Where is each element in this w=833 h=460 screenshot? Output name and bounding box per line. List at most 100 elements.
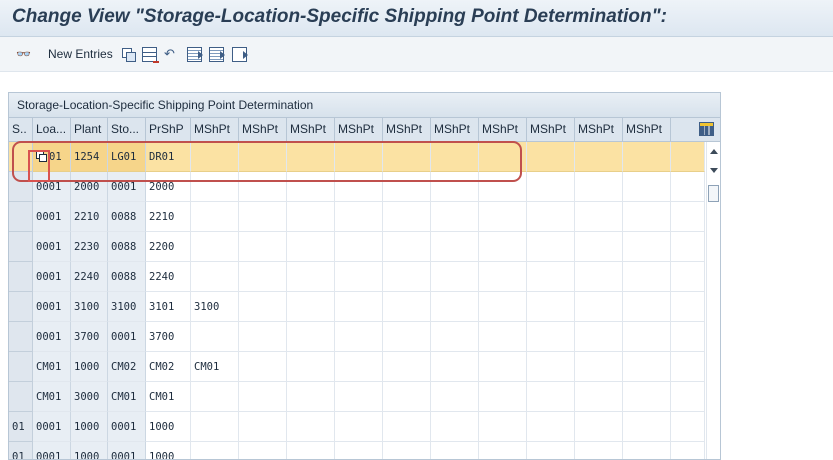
cell-sloc[interactable]: CM02: [108, 352, 146, 382]
row-selector[interactable]: [9, 262, 33, 292]
cell-mshpt-6[interactable]: [431, 142, 479, 172]
cell-mshpt-3[interactable]: [287, 232, 335, 262]
undo-change-button[interactable]: ↶: [164, 45, 177, 63]
col-header-prshp[interactable]: PrShP: [146, 118, 191, 141]
row-selector[interactable]: 01: [9, 442, 33, 459]
cell-load[interactable]: 0001: [33, 292, 71, 322]
table-settings-icon[interactable]: [699, 122, 714, 136]
cell-plant[interactable]: 1000: [71, 412, 108, 442]
cell-mshpt-4[interactable]: [335, 442, 383, 459]
cell-mshpt-3[interactable]: [287, 412, 335, 442]
cell-mshpt-11[interactable]: [671, 292, 705, 322]
cell-mshpt-7[interactable]: [479, 382, 527, 412]
cell-mshpt1[interactable]: [191, 412, 239, 442]
col-header-sloc[interactable]: Sto...: [108, 118, 146, 141]
cell-mshpt-3[interactable]: [287, 322, 335, 352]
cell-mshpt1[interactable]: [191, 322, 239, 352]
deselect-all-button[interactable]: [232, 45, 248, 63]
cell-mshpt-3[interactable]: [287, 352, 335, 382]
table-row[interactable]: 01 1254 LG01 DR01: [9, 142, 705, 172]
cell-mshpt-2[interactable]: [239, 142, 287, 172]
select-all-button[interactable]: [187, 45, 203, 63]
cell-mshpt-6[interactable]: [431, 412, 479, 442]
cell-mshpt-10[interactable]: [623, 352, 671, 382]
cell-mshpt-9[interactable]: [575, 232, 623, 262]
cell-mshpt-5[interactable]: [383, 292, 431, 322]
cell-load[interactable]: CM01: [33, 352, 71, 382]
cell-mshpt-2[interactable]: [239, 442, 287, 459]
cell-mshpt-2[interactable]: [239, 382, 287, 412]
cell-mshpt-9[interactable]: [575, 172, 623, 202]
col-header-mshpt-2[interactable]: MShPt: [239, 118, 287, 141]
cell-sloc[interactable]: 0088: [108, 232, 146, 262]
cell-sloc[interactable]: 0001: [108, 442, 146, 459]
row-selector[interactable]: [9, 202, 33, 232]
cell-prshp[interactable]: 3101: [146, 292, 191, 322]
cell-mshpt-2[interactable]: [239, 262, 287, 292]
row-selector[interactable]: [9, 382, 33, 412]
cell-prshp[interactable]: 3700: [146, 322, 191, 352]
cell-mshpt-10[interactable]: [623, 412, 671, 442]
cell-plant[interactable]: 2210: [71, 202, 108, 232]
cell-mshpt-3[interactable]: [287, 202, 335, 232]
col-header-mshpt-7[interactable]: MShPt: [479, 118, 527, 141]
cell-prshp[interactable]: 2200: [146, 232, 191, 262]
cell-mshpt-8[interactable]: [527, 442, 575, 459]
cell-mshpt1[interactable]: [191, 262, 239, 292]
copy-as-button[interactable]: [122, 45, 136, 63]
cell-mshpt-11[interactable]: [671, 142, 705, 172]
cell-mshpt1[interactable]: [191, 202, 239, 232]
scroll-down-icon[interactable]: [710, 168, 718, 173]
col-header-plant[interactable]: Plant: [71, 118, 108, 141]
cell-mshpt1[interactable]: [191, 232, 239, 262]
display-change-icon[interactable]: 👓: [16, 45, 31, 63]
cell-mshpt-7[interactable]: [479, 202, 527, 232]
table-row[interactable]: CM01 3000 CM01 CM01: [9, 382, 705, 412]
cell-mshpt-10[interactable]: [623, 232, 671, 262]
cell-mshpt-8[interactable]: [527, 322, 575, 352]
cell-mshpt-6[interactable]: [431, 382, 479, 412]
cell-mshpt-3[interactable]: [287, 382, 335, 412]
cell-mshpt-11[interactable]: [671, 382, 705, 412]
row-selector[interactable]: [9, 232, 33, 262]
cell-mshpt-11[interactable]: [671, 412, 705, 442]
cell-mshpt-4[interactable]: [335, 292, 383, 322]
cell-prshp[interactable]: 2210: [146, 202, 191, 232]
cell-mshpt-4[interactable]: [335, 352, 383, 382]
table-row[interactable]: 01 0001 1000 0001 1000: [9, 442, 705, 459]
cell-mshpt-3[interactable]: [287, 262, 335, 292]
table-row[interactable]: 0001 2210 0088 2210: [9, 202, 705, 232]
cell-load[interactable]: 0001: [33, 172, 71, 202]
cell-mshpt-11[interactable]: [671, 202, 705, 232]
cell-mshpt1[interactable]: [191, 172, 239, 202]
cell-mshpt-9[interactable]: [575, 142, 623, 172]
cell-mshpt1[interactable]: [191, 442, 239, 459]
cell-mshpt-6[interactable]: [431, 292, 479, 322]
cell-plant[interactable]: 2230: [71, 232, 108, 262]
cell-mshpt-6[interactable]: [431, 232, 479, 262]
cell-mshpt-11[interactable]: [671, 262, 705, 292]
row-selector[interactable]: [9, 322, 33, 352]
cell-mshpt-9[interactable]: [575, 322, 623, 352]
cell-mshpt-4[interactable]: [335, 172, 383, 202]
cell-load[interactable]: CM01: [33, 382, 71, 412]
cell-plant[interactable]: 3700: [71, 322, 108, 352]
cell-mshpt-6[interactable]: [431, 262, 479, 292]
cell-load[interactable]: 0001: [33, 322, 71, 352]
cell-mshpt-2[interactable]: [239, 292, 287, 322]
cell-mshpt-5[interactable]: [383, 142, 431, 172]
vertical-scrollbar[interactable]: [706, 142, 720, 459]
cell-mshpt1[interactable]: [191, 382, 239, 412]
row-selector[interactable]: [9, 352, 33, 382]
cell-mshpt-6[interactable]: [431, 202, 479, 232]
cell-mshpt-8[interactable]: [527, 412, 575, 442]
cell-load[interactable]: 0001: [33, 262, 71, 292]
cell-mshpt-8[interactable]: [527, 352, 575, 382]
cell-mshpt-9[interactable]: [575, 202, 623, 232]
col-header-mshpt-9[interactable]: MShPt: [575, 118, 623, 141]
cell-plant[interactable]: 2000: [71, 172, 108, 202]
cell-mshpt-2[interactable]: [239, 232, 287, 262]
cell-mshpt-4[interactable]: [335, 322, 383, 352]
table-row[interactable]: 0001 3700 0001 3700: [9, 322, 705, 352]
cell-mshpt-3[interactable]: [287, 292, 335, 322]
